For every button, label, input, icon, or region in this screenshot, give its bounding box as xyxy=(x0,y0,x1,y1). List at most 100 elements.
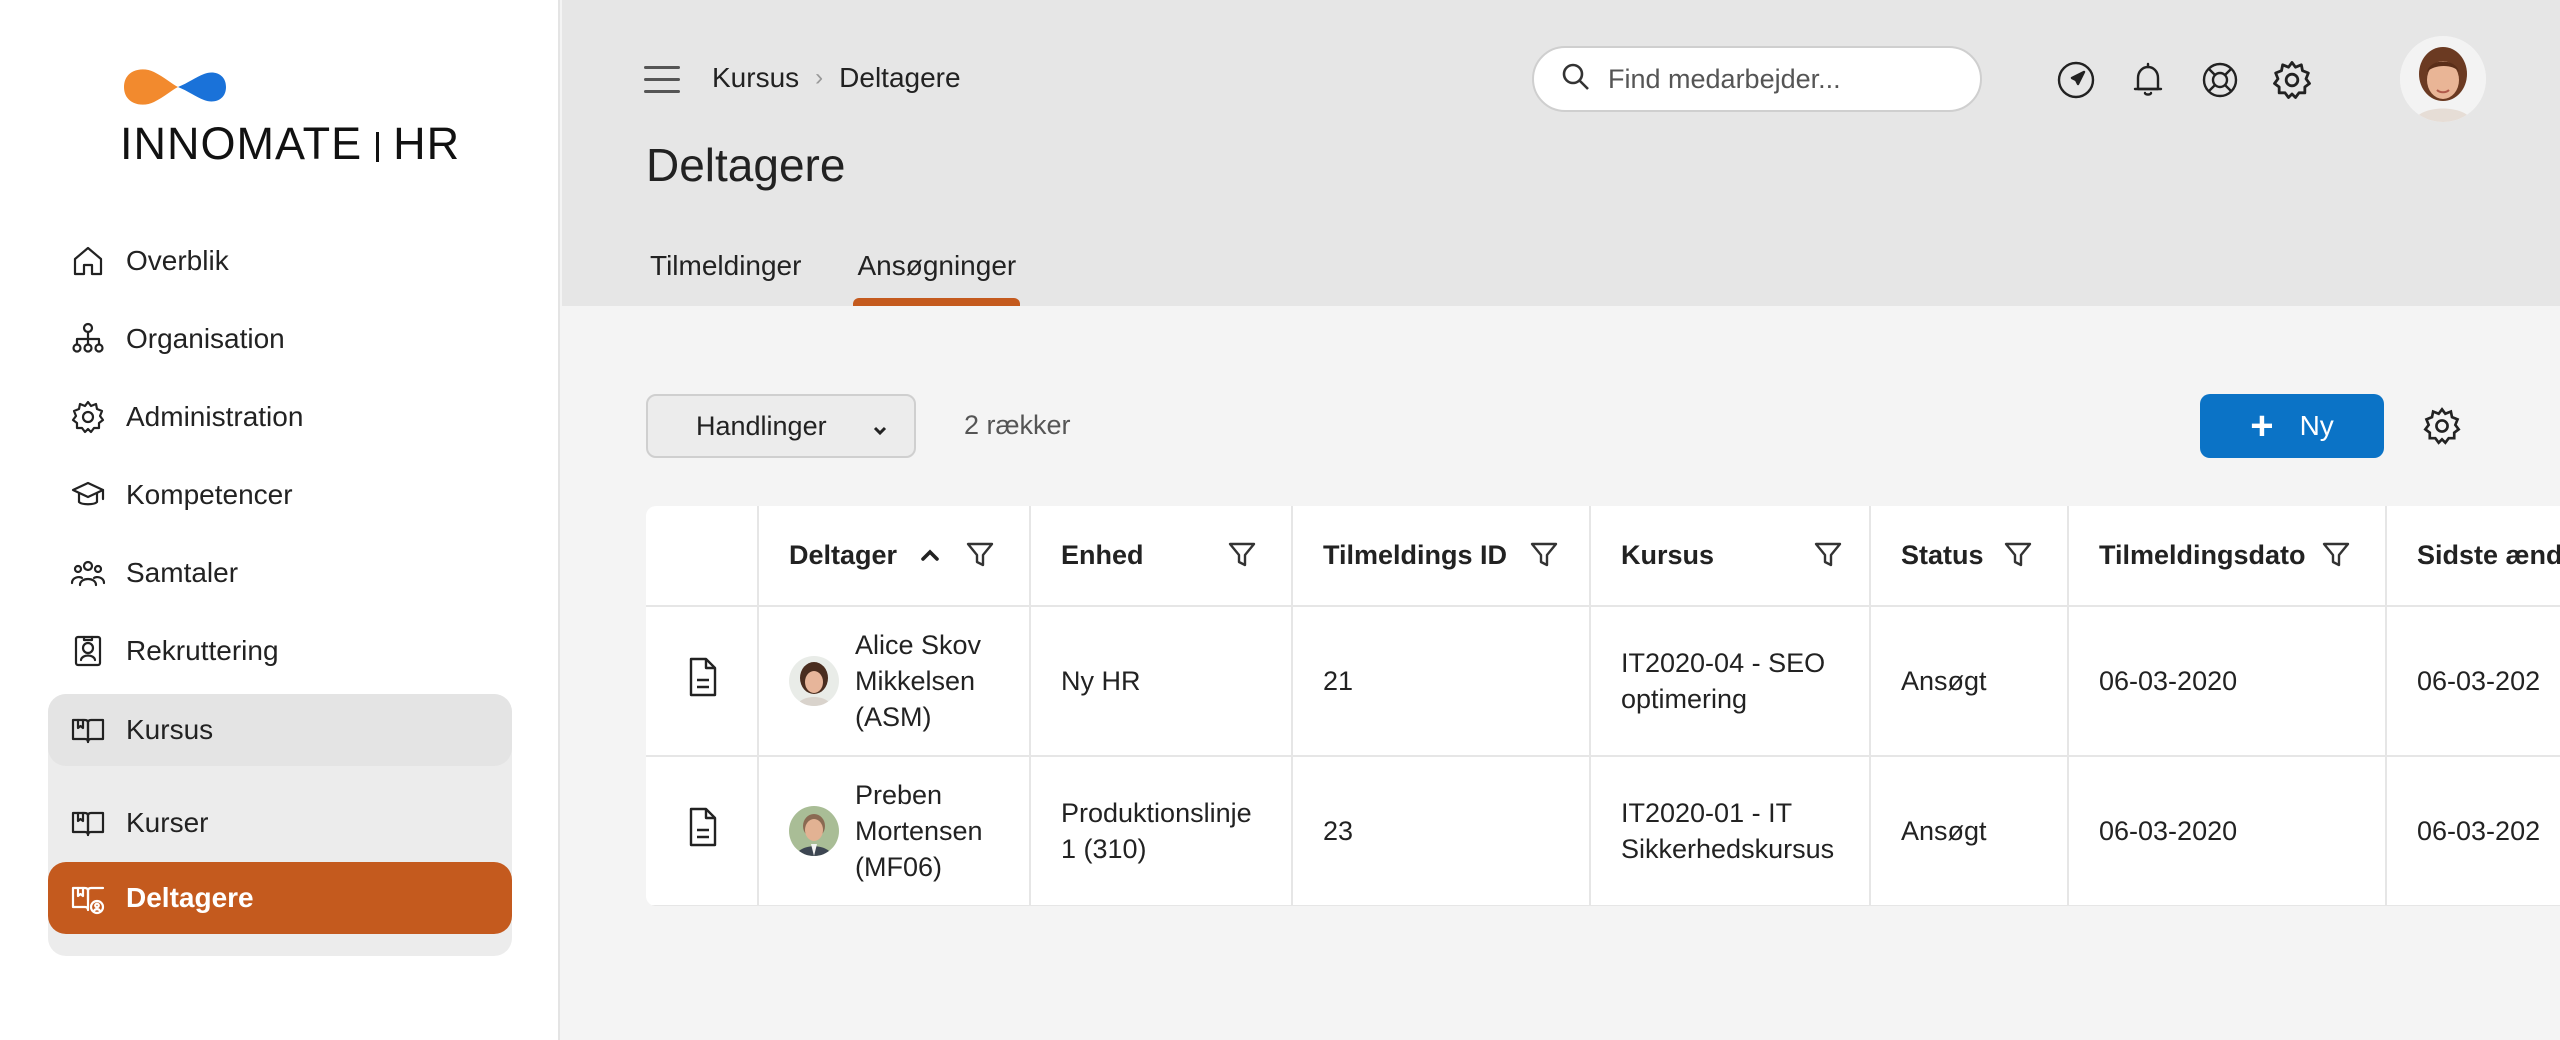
logo-hr: HR xyxy=(393,118,461,169)
enhed-text: Ny HR xyxy=(1061,666,1141,696)
main-nav: Overblik Organisation Administration Kom… xyxy=(48,222,512,956)
logo-wordmark: INNOMATE HR xyxy=(120,118,460,170)
filter-icon[interactable] xyxy=(2321,540,2351,570)
breadcrumb: Kursus › Deltagere xyxy=(712,62,961,94)
sidebar-item-label: Samtaler xyxy=(126,557,239,588)
sidebar-item-kursus[interactable]: Kursus xyxy=(48,694,512,766)
name-line: Mikkelsen xyxy=(855,666,976,696)
column-header-label: Tilmeldings ID xyxy=(1323,540,1508,570)
table-settings-gear-icon[interactable] xyxy=(2422,406,2462,446)
people-icon xyxy=(70,555,106,591)
name-line: Mortensen xyxy=(855,816,983,846)
column-header-deltager[interactable]: Deltager xyxy=(758,506,1031,607)
sidebar-item-organisation[interactable]: Organisation xyxy=(48,300,512,378)
filter-icon[interactable] xyxy=(1227,540,1257,570)
cell-tilmeldings-id: 21 xyxy=(1292,606,1591,757)
sidebar-item-administration[interactable]: Administration xyxy=(48,378,512,456)
logo-separator xyxy=(376,132,380,163)
logo-mark-icon xyxy=(120,62,230,112)
settings-gear-icon[interactable] xyxy=(2270,58,2314,102)
sidebar-item-kompetencer[interactable]: Kompetencer xyxy=(48,456,512,534)
column-header-label: Kursus xyxy=(1621,540,1715,570)
column-header-label: Enhed xyxy=(1061,540,1144,570)
table-toolbar: Handlinger 2 rækker + Ny xyxy=(646,392,2546,462)
sidebar-item-overblik[interactable]: Overblik xyxy=(48,222,512,300)
column-header-kursus[interactable]: Kursus xyxy=(1590,506,1871,607)
cell-status: Ansøgt xyxy=(1870,756,2069,906)
tab-tilmeldinger[interactable]: Tilmeldinger xyxy=(646,246,805,306)
filter-icon[interactable] xyxy=(2003,540,2033,570)
cell-document[interactable] xyxy=(646,756,759,906)
name-line: (MF06) xyxy=(855,852,942,882)
column-header-enhed[interactable]: Enhed xyxy=(1030,506,1293,607)
column-header-tilmeldingsdato[interactable]: Tilmeldingsdato xyxy=(2068,506,2387,607)
table-header-row: Deltager Enhed Tilmeldings ID Kursus Sta… xyxy=(646,506,2560,607)
user-avatar[interactable] xyxy=(2400,36,2486,122)
table-row[interactable]: Alice Skov Mikkelsen (ASM) Ny HR 21 IT20… xyxy=(646,606,2560,757)
cell-enhed: Ny HR xyxy=(1030,606,1293,757)
actions-dropdown[interactable]: Handlinger xyxy=(646,394,916,458)
filter-icon[interactable] xyxy=(1813,540,1843,570)
org-chart-icon xyxy=(70,321,106,357)
participant-avatar xyxy=(789,656,839,706)
bell-icon[interactable] xyxy=(2126,58,2170,102)
cell-tilmeldings-id: 23 xyxy=(1292,756,1591,906)
document-icon[interactable] xyxy=(683,657,721,704)
book-icon xyxy=(70,712,106,748)
id-badge-icon xyxy=(70,633,106,669)
column-header-tilmeldings-id[interactable]: Tilmeldings ID xyxy=(1292,506,1591,607)
column-header-sidste-aendret[interactable]: Sidste ænd xyxy=(2386,506,2560,607)
filter-icon[interactable] xyxy=(965,540,995,570)
cell-document[interactable] xyxy=(646,606,759,757)
page-header: Kursus › Deltagere Deltagere Tilmeldinge… xyxy=(562,0,2560,306)
cell-sidste-aendret: 06-03-202 xyxy=(2386,606,2560,757)
sidebar-item-rekruttering[interactable]: Rekruttering xyxy=(48,612,512,690)
participant-name: Preben Mortensen (MF06) xyxy=(855,777,983,885)
filter-icon[interactable] xyxy=(1529,540,1559,570)
new-button[interactable]: + Ny xyxy=(2200,394,2384,458)
sidebar-item-samtaler[interactable]: Samtaler xyxy=(48,534,512,612)
logo-mate: MATE xyxy=(236,118,363,169)
sidebar-item-label: Administration xyxy=(126,401,304,432)
menu-toggle-icon[interactable] xyxy=(644,66,680,94)
participants-table: Deltager Enhed Tilmeldings ID Kursus Sta… xyxy=(646,506,2560,906)
graduation-cap-icon xyxy=(70,477,106,513)
sort-ascending-icon[interactable] xyxy=(917,542,943,568)
tab-ansoegninger[interactable]: Ansøgninger xyxy=(853,246,1021,306)
table-row[interactable]: Preben Mortensen (MF06) Produktionslinje… xyxy=(646,756,2560,906)
lifebuoy-icon[interactable] xyxy=(2198,58,2242,102)
search-input[interactable] xyxy=(1608,63,1948,95)
enhed-line: Produktionslinje xyxy=(1061,798,1252,828)
sidebar: INNOMATE HR Overblik Organisation Adminis… xyxy=(0,0,560,1040)
innomate-hr-logo[interactable]: INNOMATE HR xyxy=(120,62,460,172)
cell-tilmeldingsdato: 06-03-2020 xyxy=(2068,756,2387,906)
sidebar-item-label: Kurser xyxy=(126,807,209,838)
cell-deltager: Preben Mortensen (MF06) xyxy=(758,756,1031,906)
row-count: 2 rækker xyxy=(964,410,1071,440)
chevron-down-icon xyxy=(870,416,890,436)
chevron-right-icon: › xyxy=(815,64,824,91)
book-icon xyxy=(70,805,106,841)
kursus-line: optimering xyxy=(1621,684,1748,714)
navigate-icon[interactable] xyxy=(2054,58,2098,102)
column-header-doc xyxy=(646,506,759,607)
cell-deltager: Alice Skov Mikkelsen (ASM) xyxy=(758,606,1031,757)
document-icon[interactable] xyxy=(683,807,721,854)
cell-enhed: Produktionslinje 1 (310) xyxy=(1030,756,1293,906)
breadcrumb-link-kursus[interactable]: Kursus xyxy=(712,62,799,94)
plus-icon: + xyxy=(2250,404,2274,448)
sidebar-item-deltagere[interactable]: Deltagere xyxy=(48,862,512,934)
participant: Alice Skov Mikkelsen (ASM) xyxy=(789,627,1029,735)
kursus-line: Sikkerhedskursus xyxy=(1621,834,1835,864)
column-header-label: Deltager xyxy=(789,540,898,570)
sidebar-item-kurser[interactable]: Kurser xyxy=(48,784,512,862)
kursus-line: IT2020-01 - IT xyxy=(1621,798,1793,828)
search-box[interactable] xyxy=(1532,46,1982,112)
cell-kursus: IT2020-01 - IT Sikkerhedskursus xyxy=(1590,756,1871,906)
search-icon xyxy=(1560,61,1592,98)
participant-avatar xyxy=(789,806,839,856)
enhed-line: 1 (310) xyxy=(1061,834,1147,864)
cell-status: Ansøgt xyxy=(1870,606,2069,757)
participant-name: Alice Skov Mikkelsen (ASM) xyxy=(855,627,981,735)
column-header-status[interactable]: Status xyxy=(1870,506,2069,607)
